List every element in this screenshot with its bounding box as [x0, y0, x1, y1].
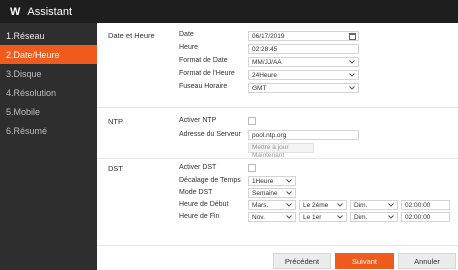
- chevron-down-icon: [286, 178, 292, 184]
- timezone-select[interactable]: GMT: [248, 83, 359, 93]
- chevron-down-icon: [388, 202, 394, 208]
- date-format-value: MM/JJ/AA: [252, 59, 282, 66]
- time-field[interactable]: 02:28:45: [248, 44, 359, 54]
- dst-end-time: 02:00:00: [405, 214, 431, 221]
- ntp-enable-label: Activer NTP: [179, 117, 217, 124]
- dst-offset-value: 1Heure: [252, 178, 274, 185]
- sidebar-item-label: 2.Date/Heure: [6, 49, 60, 60]
- time-value: 02:28:45: [252, 46, 278, 53]
- dst-end-month: Nov.: [252, 214, 265, 221]
- dst-offset-label: Décalage de Temps: [179, 177, 241, 184]
- sidebar-item-label: 5.Mobile: [6, 106, 41, 117]
- chevron-down-icon: [349, 72, 355, 78]
- section-ntp: NTP: [108, 117, 123, 126]
- chevron-down-icon: [337, 202, 343, 208]
- dst-start-time: 02:00:00: [405, 202, 431, 209]
- sidebar-item-mobile[interactable]: 5.Mobile: [0, 102, 97, 121]
- chevron-down-icon: [337, 214, 343, 220]
- dst-end-label: Heure de Fin: [179, 213, 220, 220]
- main-panel: Date et Heure Date 06/17/2019 Heure 02:2…: [97, 23, 458, 270]
- ntp-server-input[interactable]: pool.ntp.org: [248, 130, 359, 140]
- next-button[interactable]: Suivant: [335, 253, 394, 269]
- timezone-value: GMT: [252, 85, 267, 92]
- section-dst: DST: [108, 164, 123, 173]
- sidebar: 1.Réseau 2.Date/Heure 3.Disque 4.Résolut…: [0, 23, 97, 270]
- section-datetime: Date et Heure: [108, 31, 155, 40]
- divider: [97, 245, 458, 246]
- date-field[interactable]: 06/17/2019: [248, 31, 359, 41]
- sidebar-item-resolution[interactable]: 4.Résolution: [0, 83, 97, 102]
- dst-offset-select[interactable]: 1Heure: [248, 176, 296, 186]
- chevron-down-icon: [349, 85, 355, 91]
- sidebar-item-datetime[interactable]: 2.Date/Heure: [0, 45, 97, 64]
- dst-start-label: Heure de Début: [179, 201, 229, 208]
- dst-enable-label: Activer DST: [179, 164, 217, 171]
- chevron-down-icon: [286, 202, 292, 208]
- dst-start-week-select[interactable]: Le 2ème: [299, 200, 347, 210]
- divider: [97, 107, 458, 108]
- dst-mode-select[interactable]: Semaine: [248, 188, 296, 198]
- sidebar-item-disk[interactable]: 3.Disque: [0, 64, 97, 83]
- dst-mode-label: Mode DST: [179, 189, 213, 196]
- dst-start-month: Mars.: [252, 202, 269, 209]
- cancel-button[interactable]: Annuler: [398, 253, 456, 269]
- time-format-value: 24Heure: [252, 72, 277, 79]
- ntp-server-value: pool.ntp.org: [252, 132, 287, 139]
- sidebar-item-label: 6.Résumé: [6, 125, 48, 136]
- chevron-down-icon: [286, 214, 292, 220]
- ntp-enable-checkbox[interactable]: [248, 117, 256, 125]
- dst-end-week-select[interactable]: Le 1er: [299, 212, 347, 222]
- date-value: 06/17/2019: [252, 33, 285, 40]
- title-bar: W Assistant: [0, 0, 458, 23]
- dst-start-month-select[interactable]: Mars.: [248, 200, 296, 210]
- app-logo: W: [10, 5, 20, 18]
- window-title: Assistant: [27, 5, 73, 18]
- dst-mode-value: Semaine: [252, 190, 278, 197]
- chevron-down-icon: [388, 214, 394, 220]
- dst-end-day: Dim.: [354, 214, 368, 221]
- sidebar-item-label: 1.Réseau: [6, 30, 45, 41]
- dst-end-month-select[interactable]: Nov.: [248, 212, 296, 222]
- update-now-button[interactable]: Mettre à jour Maintenant: [248, 143, 314, 159]
- previous-button[interactable]: Précédent: [273, 253, 331, 269]
- dst-start-day: Dim.: [354, 202, 368, 209]
- date-format-select[interactable]: MM/JJ/AA: [248, 57, 359, 67]
- calendar-icon[interactable]: [349, 33, 356, 40]
- dst-start-week: Le 2ème: [303, 202, 329, 209]
- dst-end-day-select[interactable]: Dim.: [350, 212, 398, 222]
- timezone-label: Fuseau Horaire: [179, 83, 228, 90]
- chevron-down-icon: [349, 59, 355, 65]
- time-label: Heure: [179, 44, 199, 51]
- dst-start-time-input[interactable]: 02:00:00: [401, 200, 450, 210]
- dst-enable-checkbox[interactable]: [248, 164, 256, 172]
- date-label: Date: [179, 31, 194, 38]
- divider: [97, 158, 458, 159]
- dst-end-week: Le 1er: [303, 214, 322, 221]
- sidebar-item-label: 4.Résolution: [6, 87, 57, 98]
- sidebar-item-summary[interactable]: 6.Résumé: [0, 121, 97, 140]
- sidebar-item-network[interactable]: 1.Réseau: [0, 26, 97, 45]
- time-format-select[interactable]: 24Heure: [248, 70, 359, 80]
- dst-end-time-input[interactable]: 02:00:00: [401, 212, 450, 222]
- chevron-down-icon: [286, 190, 292, 196]
- time-format-label: Format de l'Heure: [179, 70, 235, 77]
- ntp-server-label: Adresse du Serveur: [179, 131, 241, 138]
- dst-start-day-select[interactable]: Dim.: [350, 200, 398, 210]
- sidebar-item-label: 3.Disque: [6, 68, 42, 79]
- date-format-label: Format de Date: [179, 57, 228, 64]
